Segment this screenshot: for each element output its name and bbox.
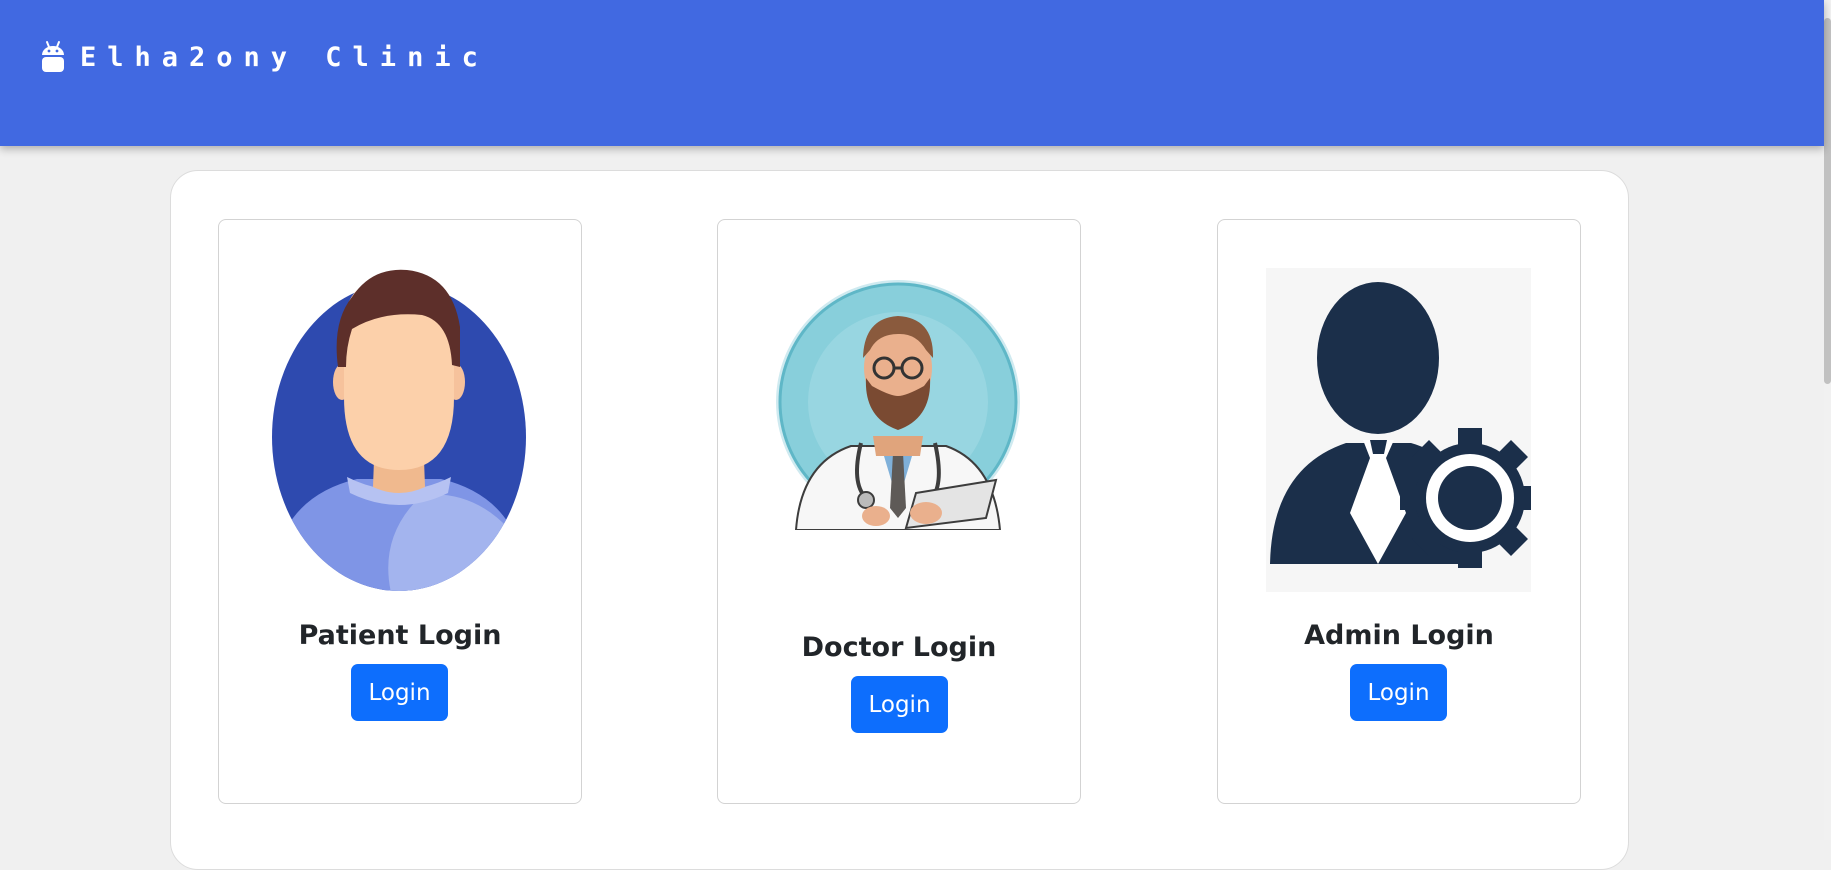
admin-login-title: Admin Login (1304, 620, 1494, 651)
admin-login-card: Admin Login Login (1217, 219, 1581, 804)
doctor-illustration-image (776, 280, 1020, 530)
scrollbar[interactable] (1824, 0, 1831, 840)
brand-title: Elha2ony Clinic (80, 41, 489, 73)
patient-login-card: Patient Login Login (218, 219, 582, 804)
brand[interactable]: Elha2ony Clinic (40, 40, 489, 74)
navbar: Elha2ony Clinic (0, 0, 1824, 146)
patient-login-title: Patient Login (298, 620, 502, 651)
doctor-login-card: Doctor Login Login (717, 219, 1081, 804)
login-panel: Patient Login Login Doctor Login Login A… (170, 170, 1629, 870)
android-icon (42, 41, 64, 72)
admin-login-button[interactable]: Login (1350, 664, 1447, 721)
patient-login-button[interactable]: Login (351, 664, 448, 721)
doctor-login-title: Doctor Login (801, 632, 997, 663)
admin-gear-avatar-image (1266, 268, 1531, 592)
doctor-login-button[interactable]: Login (851, 676, 948, 733)
scrollbar-thumb[interactable] (1824, 18, 1831, 384)
patient-avatar-image (272, 269, 526, 591)
